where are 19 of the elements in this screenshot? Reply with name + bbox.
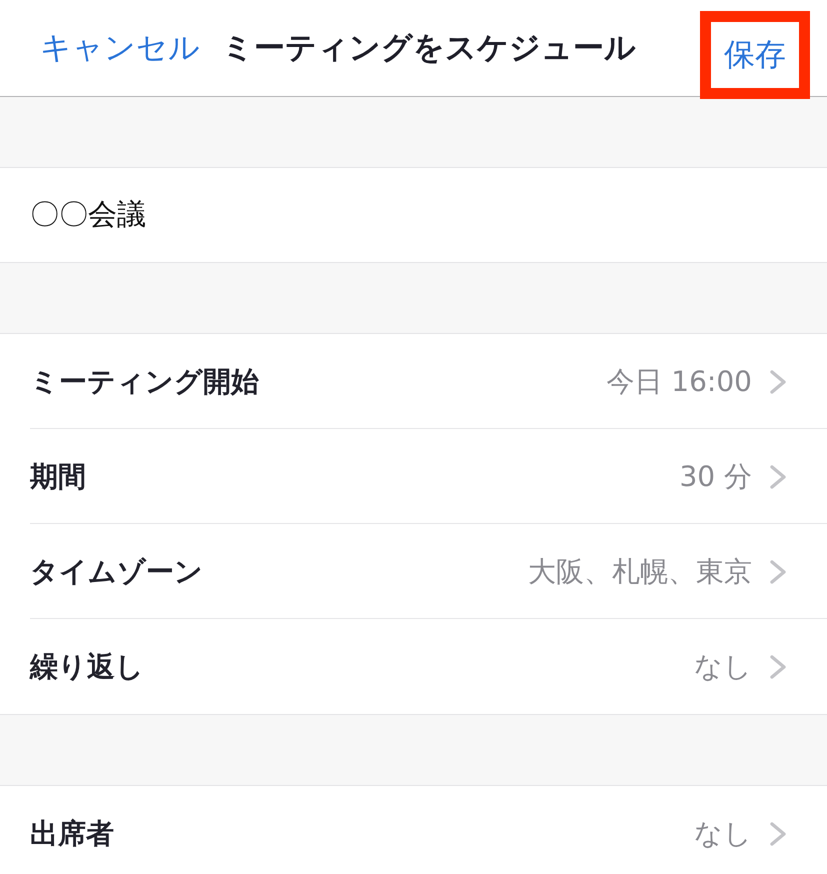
row-label: ミーティング開始 (30, 364, 260, 400)
topic-field[interactable]: 〇〇会議 (0, 168, 827, 263)
row-label: タイムゾーン (30, 554, 204, 590)
row-value: なし (694, 648, 752, 684)
row-value: なし (694, 816, 752, 852)
cancel-button[interactable]: キャンセル (40, 27, 200, 69)
chevron-icon (770, 654, 786, 678)
chevron-icon (770, 560, 786, 584)
row-value: 大阪、札幌、東京 (528, 554, 752, 590)
row-value: 30 分 (679, 458, 752, 494)
row-label: 期間 (30, 458, 87, 494)
row-label: 出席者 (30, 816, 115, 852)
chevron-icon (770, 464, 786, 488)
save-button[interactable]: 保存 (724, 34, 786, 76)
row-value: 今日 16:00 (606, 364, 752, 400)
row-label: 繰り返し (30, 648, 145, 684)
screen-title: ミーティングをスケジュール (222, 29, 636, 68)
chevron-icon (770, 822, 786, 846)
chevron-icon (770, 370, 786, 394)
